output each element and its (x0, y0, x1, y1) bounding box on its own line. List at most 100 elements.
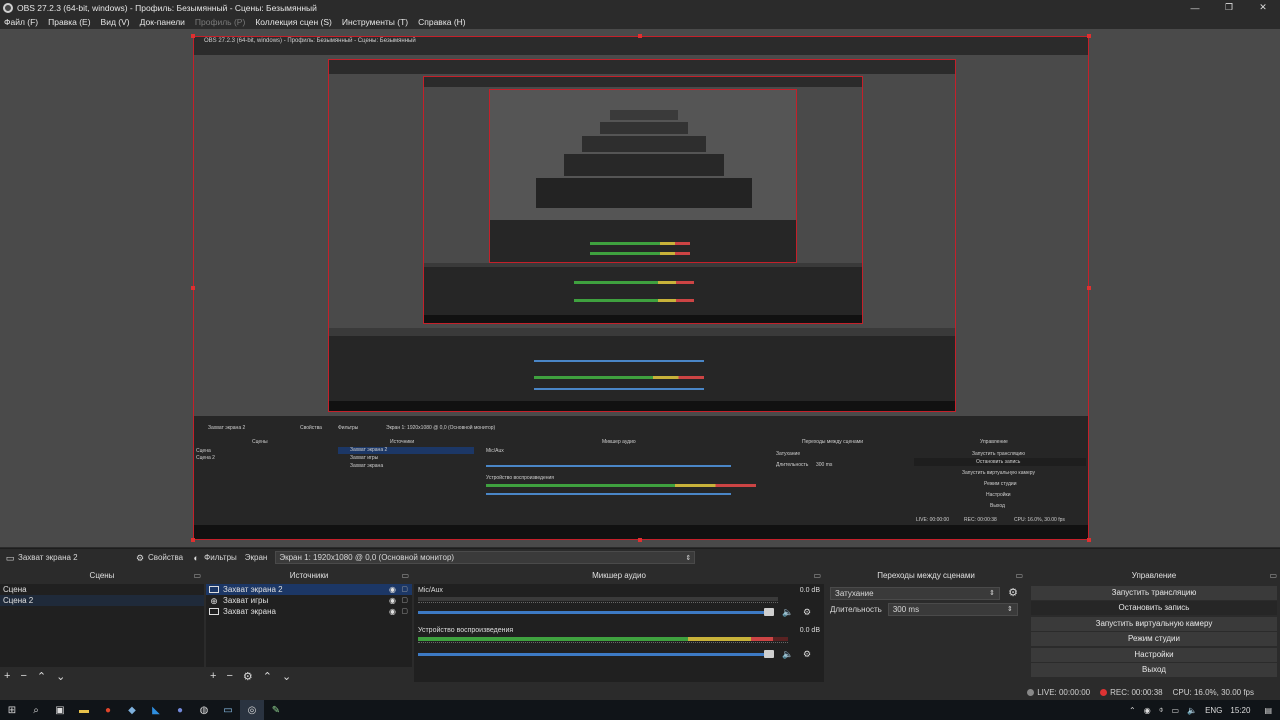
volume-fader[interactable] (418, 611, 768, 614)
preview-canvas[interactable]: OBS 27.2.3 (64-bit, windows) - Профиль: … (0, 29, 1280, 547)
eye-icon[interactable]: ◉ (389, 584, 396, 595)
minimize-icon[interactable]: — (1178, 0, 1212, 15)
undock-icon[interactable]: ▭ (1269, 570, 1277, 582)
undock-icon[interactable]: ▭ (1015, 570, 1023, 582)
language-indicator[interactable]: ENG (1205, 706, 1222, 715)
resize-handle-br[interactable] (1087, 538, 1091, 542)
add-icon[interactable]: + (210, 670, 216, 682)
notification-icon[interactable]: ▤ (1264, 706, 1272, 715)
chevron-up-icon[interactable]: ⌃ (1129, 706, 1136, 715)
cpu-status: CPU: 16.0%, 30.00 fps (1172, 688, 1254, 697)
transition-select[interactable]: Затухание ⇕ (830, 586, 1000, 600)
search-icon[interactable]: ⌕ (24, 700, 48, 720)
app-window-icon[interactable]: ▭ (216, 700, 240, 720)
resize-handle-l[interactable] (191, 286, 195, 290)
nested-capture-4 (489, 89, 797, 263)
stop-recording-button[interactable]: Остановить запись (1031, 601, 1277, 615)
nested-docks-4 (490, 220, 796, 262)
obs-taskbar-icon[interactable]: ◎ (240, 700, 264, 720)
move-up-icon[interactable]: ⌃ (263, 670, 272, 683)
microphone-icon[interactable]: ⌽ (1159, 705, 1164, 715)
nested-capture-1[interactable]: OBS 27.2.3 (64-bit, windows) - Профиль: … (193, 36, 1089, 540)
undock-icon[interactable]: ▭ (813, 570, 821, 582)
task-view-icon[interactable]: ▣ (48, 700, 72, 720)
resize-handle-b[interactable] (638, 538, 642, 542)
screen-select-value: Экран 1: 1920x1080 @ 0,0 (Основной монит… (279, 553, 455, 562)
settings-button[interactable]: Настройки (1031, 648, 1277, 662)
source-item[interactable]: Захват экрана 2 ◉ ▢ (206, 584, 412, 595)
speaker-icon[interactable]: 🔈 (782, 607, 793, 617)
menu-view[interactable]: Вид (V) (101, 17, 130, 27)
gear-icon[interactable]: ⚙ (802, 649, 812, 659)
scene-item[interactable]: Сцена 2 (0, 595, 204, 606)
undock-icon[interactable]: ▭ (193, 570, 201, 582)
menu-docks[interactable]: Док-панели (140, 17, 185, 27)
volume-fader-knob[interactable] (764, 608, 774, 616)
gear-icon[interactable]: ⚙ (243, 670, 253, 683)
system-tray: ⌃ ◉ ⌽ ▭ 🔈 ENG 15:20 ▤ (1121, 700, 1280, 720)
clock[interactable]: 15:20 (1230, 706, 1250, 715)
menu-edit[interactable]: Правка (E) (48, 17, 90, 27)
app-extra-icon[interactable]: ✎ (264, 700, 288, 720)
source-item[interactable]: Захват экрана ◉ ▢ (206, 606, 412, 617)
discord-icon[interactable]: ● (168, 700, 192, 720)
volume-icon[interactable]: 🔈 (1187, 706, 1197, 715)
eye-icon[interactable]: ◉ (389, 606, 396, 617)
volume-fader[interactable] (418, 653, 768, 656)
gear-icon[interactable]: ⚙ (802, 607, 812, 617)
menu-tools[interactable]: Инструменты (T) (342, 17, 408, 27)
windows-start-icon[interactable]: ⊞ (0, 700, 24, 720)
remove-icon[interactable]: − (20, 670, 26, 682)
resize-handle-tr[interactable] (1087, 34, 1091, 38)
start-streaming-button[interactable]: Запустить трансляцию (1031, 586, 1277, 600)
add-icon[interactable]: + (4, 670, 10, 682)
resize-handle-t[interactable] (638, 34, 642, 38)
speaker-icon[interactable]: 🔈 (782, 649, 793, 659)
nested-scenes-title: Сцены (252, 439, 268, 445)
browser-icon[interactable]: ● (96, 700, 120, 720)
screen-select[interactable]: Экран 1: 1920x1080 @ 0,0 (Основной монит… (275, 551, 696, 564)
steam-icon[interactable]: ◆ (120, 700, 144, 720)
menu-scene-collection[interactable]: Коллекция сцен (S) (255, 17, 332, 27)
file-explorer-icon[interactable]: ▬ (72, 700, 96, 720)
lock-icon[interactable]: ▢ (401, 606, 408, 617)
nested-ctrl-4: Режим студии (984, 481, 1017, 487)
move-down-icon[interactable]: ⌄ (282, 670, 291, 683)
undock-icon[interactable]: ▭ (401, 570, 409, 582)
start-virtual-camera-button[interactable]: Запустить виртуальную камеру (1031, 617, 1277, 631)
remove-icon[interactable]: − (226, 670, 232, 682)
duration-spinbox[interactable]: 300 ms ⇕ (887, 602, 1018, 616)
menu-file[interactable]: Файл (F) (4, 17, 38, 27)
exit-button[interactable]: Выход (1031, 663, 1277, 677)
network-icon[interactable]: ▭ (1172, 706, 1180, 715)
volume-fader-knob[interactable] (764, 650, 774, 658)
vscode-icon[interactable]: ◣ (144, 700, 168, 720)
nested-source-name: Захват экрана 2 (208, 425, 246, 431)
resize-handle-tl[interactable] (191, 34, 195, 38)
app-icon[interactable]: ◍ (192, 700, 216, 720)
resize-handle-r[interactable] (1087, 286, 1091, 290)
close-icon[interactable]: ✕ (1246, 0, 1280, 15)
studio-mode-button[interactable]: Режим студии (1031, 632, 1277, 646)
eye-icon[interactable]: ◉ (389, 595, 396, 606)
nested-taskbar-1 (194, 525, 1088, 539)
properties-button[interactable]: ⚙ Свойства (135, 553, 183, 563)
scene-item[interactable]: Сцена (0, 584, 204, 595)
selected-source: ▭ Захват экрана 2 (5, 553, 135, 563)
nested-status-rec: REC: 00:00:38 (964, 517, 997, 523)
source-item[interactable]: ⊕ Захват игры ◉ ▢ (206, 595, 412, 606)
filters-button[interactable]: ◐ Фильтры (191, 553, 236, 563)
lock-icon[interactable]: ▢ (401, 584, 408, 595)
resize-handle-bl[interactable] (191, 538, 195, 542)
lock-icon[interactable]: ▢ (401, 595, 408, 606)
nested-meter-3b (574, 299, 694, 302)
nested-properties: Свойства (300, 425, 322, 431)
camera-icon[interactable]: ◉ (1144, 706, 1151, 715)
move-up-icon[interactable]: ⌃ (37, 670, 46, 683)
gear-icon[interactable]: ⚙ (1008, 588, 1018, 599)
maximize-icon[interactable]: ❐ (1212, 0, 1246, 15)
deep-capture-a (610, 110, 678, 120)
menu-help[interactable]: Справка (H) (418, 17, 466, 27)
nested-fader-1a (486, 465, 731, 467)
move-down-icon[interactable]: ⌄ (56, 670, 65, 683)
